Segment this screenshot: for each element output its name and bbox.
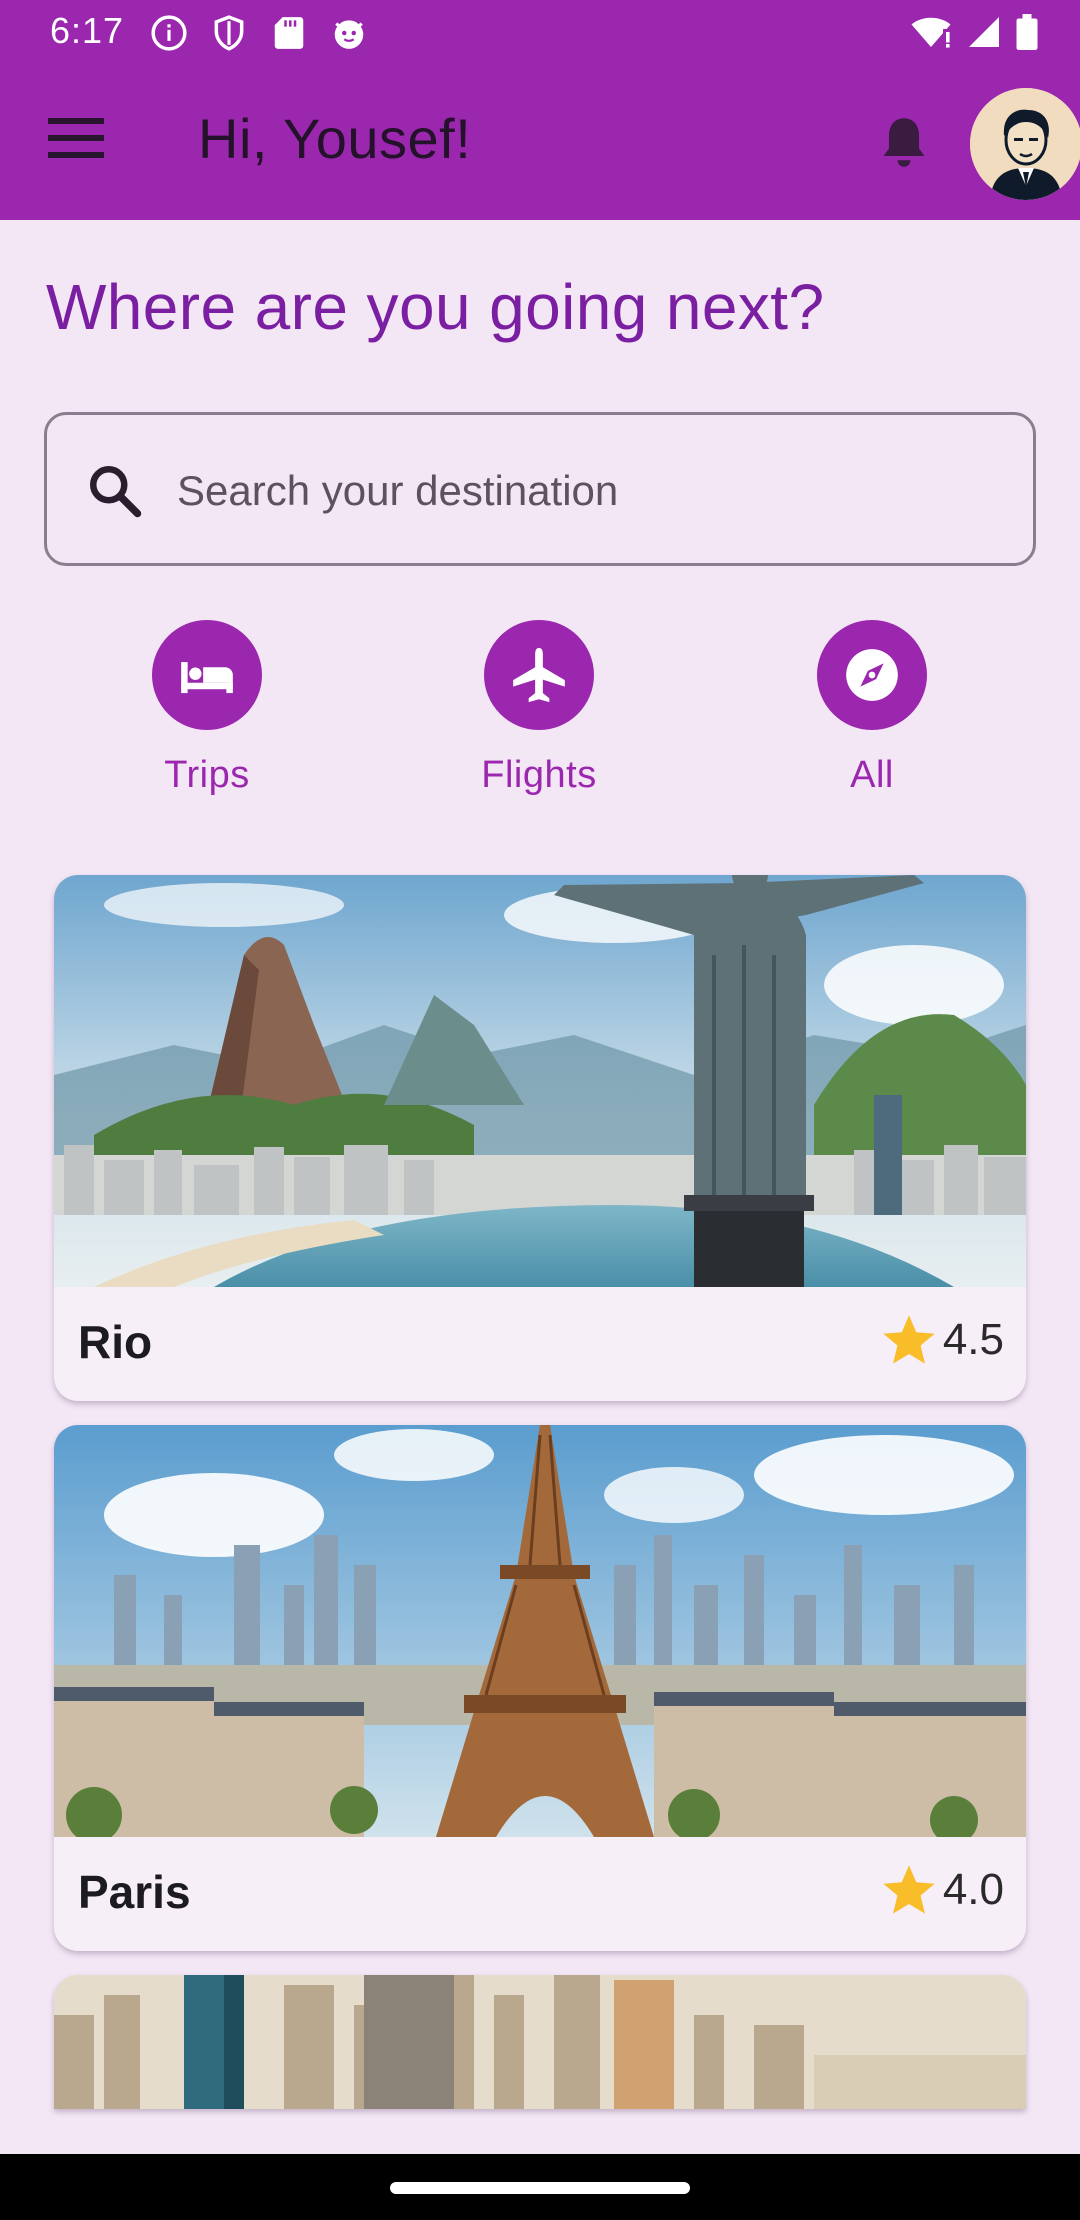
category-row: Trips Flights All xyxy=(0,620,1080,810)
app-header: 6:17 Hi, Yousef! xyxy=(0,0,1080,220)
notifications-button[interactable] xyxy=(872,110,936,174)
greeting-title: Hi, Yousef! xyxy=(198,107,472,170)
category-flights-button[interactable] xyxy=(484,620,594,730)
user-avatar[interactable] xyxy=(970,88,1080,200)
rating-value: 4.0 xyxy=(942,1865,1004,1914)
destination-name: Rio xyxy=(78,1316,153,1368)
status-time: 6:17 xyxy=(50,10,125,51)
category-all[interactable]: All xyxy=(762,620,982,810)
category-trips-button[interactable] xyxy=(152,620,262,730)
destination-card-rio[interactable]: Rio 4.5 xyxy=(54,875,1026,1401)
wifi-icon xyxy=(911,17,951,48)
status-bar: 6:17 xyxy=(0,0,1080,66)
cell-signal-icon xyxy=(969,17,999,47)
system-navigation-bar xyxy=(0,2154,1080,2220)
sd-card-icon xyxy=(274,17,304,49)
destination-card-partial[interactable] xyxy=(54,1975,1026,2109)
star-icon xyxy=(883,1315,935,1364)
category-all-label: All xyxy=(850,754,894,796)
destination-rating: 4.5 xyxy=(879,1311,1004,1369)
menu-button[interactable] xyxy=(36,106,116,170)
rio-illustration xyxy=(54,875,1026,1287)
compass-icon xyxy=(846,649,898,701)
city-image xyxy=(54,1975,1026,2109)
hamburger-menu-icon xyxy=(48,118,104,158)
info-icon xyxy=(151,15,187,51)
shield-icon xyxy=(214,15,244,51)
bell-icon xyxy=(883,118,925,167)
search-field[interactable] xyxy=(44,412,1036,566)
face-icon xyxy=(334,20,364,49)
category-flights[interactable]: Flights xyxy=(429,620,649,810)
search-icon xyxy=(90,466,142,518)
rio-image xyxy=(54,875,1026,1287)
status-system-icons xyxy=(910,14,1038,50)
status-notification-icons xyxy=(150,14,368,52)
battery-icon xyxy=(1016,14,1038,50)
home-gesture-handle[interactable] xyxy=(390,2182,690,2194)
city-skyline-illustration xyxy=(54,1975,1026,2109)
rating-value: 4.5 xyxy=(942,1315,1004,1364)
paris-illustration xyxy=(54,1425,1026,1837)
destination-rating: 4.0 xyxy=(879,1861,1004,1919)
category-trips[interactable]: Trips xyxy=(97,620,317,810)
search-input[interactable] xyxy=(177,449,997,533)
paris-image xyxy=(54,1425,1026,1837)
star-icon xyxy=(883,1865,935,1914)
category-flights-label: Flights xyxy=(481,754,597,796)
app-bar: Hi, Yousef! xyxy=(0,66,1080,220)
destination-card-paris[interactable]: Paris 4.0 xyxy=(54,1425,1026,1951)
category-all-button[interactable] xyxy=(817,620,927,730)
bed-icon xyxy=(181,662,233,694)
destination-name: Paris xyxy=(78,1866,191,1918)
category-trips-label: Trips xyxy=(164,754,250,796)
airplane-icon xyxy=(513,647,565,703)
avatar-portrait-image xyxy=(970,88,1080,200)
page-heading: Where are you going next? xyxy=(46,271,825,343)
